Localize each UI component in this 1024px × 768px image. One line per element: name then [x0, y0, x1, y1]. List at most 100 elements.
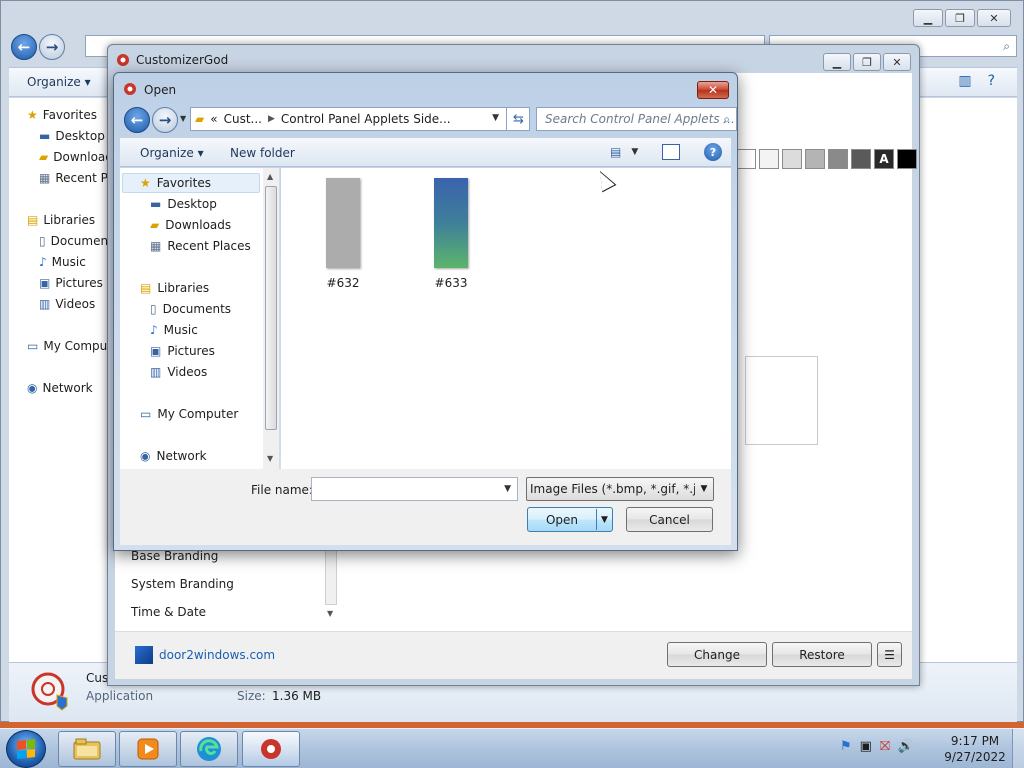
search-icon: ⌕ [723, 112, 730, 126]
category-scrollbar[interactable] [325, 543, 337, 605]
forward-arrow-icon[interactable]: → [152, 107, 178, 133]
explorer-nav-pane: ★Favorites ▬Desktop ▰Downloads ▦Recent P… [9, 98, 129, 662]
file-name: #633 [434, 276, 468, 290]
recent-icon: ▦ [39, 171, 51, 185]
taskbar-edge[interactable] [180, 731, 238, 767]
show-desktop-button[interactable] [1012, 729, 1024, 768]
taskbar: ⚑ ▣ ⛝ 🔊 9:17 PM 9/27/2022 [0, 728, 1024, 768]
nav-libraries[interactable]: ▤ Libraries [27, 213, 117, 227]
media-player-icon [137, 738, 159, 760]
nav-music[interactable]: ♪ Music [150, 323, 198, 337]
cancel-button[interactable]: Cancel [626, 507, 713, 532]
file-type-dropdown-icon[interactable]: ▼ [695, 478, 713, 500]
new-folder-button[interactable]: New folder [230, 146, 295, 160]
nav-documents[interactable]: ▯ Documents [150, 302, 231, 316]
dialog-search-input[interactable]: Search Control Panel Applets ... ⌕ [536, 107, 737, 131]
minimize-button[interactable]: ▁ [823, 53, 851, 71]
color-swatch[interactable] [897, 149, 917, 169]
category-item[interactable]: Time & Date [131, 605, 206, 619]
color-swatch[interactable] [805, 149, 825, 169]
taskbar-explorer[interactable] [58, 731, 116, 767]
volume-icon[interactable]: 🔊 [898, 739, 914, 754]
preview-pane-icon[interactable]: ▥ [958, 73, 971, 89]
minimize-button[interactable]: ▁ [913, 9, 943, 27]
breadcrumb-item[interactable]: Control Panel Applets Side... [281, 112, 451, 126]
back-arrow-icon[interactable]: ← [124, 107, 150, 133]
file-name-dropdown-icon[interactable]: ▼ [504, 484, 511, 494]
clock[interactable]: 9:17 PM 9/27/2022 [940, 733, 1010, 765]
address-overflow[interactable]: « [210, 112, 217, 126]
menu-button[interactable]: ☰ [877, 642, 902, 667]
dialog-title: Open [144, 83, 177, 97]
nav-my-computer[interactable]: ▭ My Computer [140, 407, 238, 421]
nav-my-computer[interactable]: ▭ My Computer [27, 339, 117, 353]
color-swatch[interactable] [759, 149, 779, 169]
dialog-bottom-bar: File name: ▼ Image Files (*.bmp, *.gif, … [120, 469, 731, 545]
close-button[interactable]: ✕ [977, 9, 1011, 27]
refresh-icon[interactable]: ⇆ [506, 107, 530, 131]
open-dialog: Open ✕ ← → ▼ ▰ « Cust... ▶ Control Panel… [113, 72, 738, 551]
open-button[interactable]: Open ▼ [527, 507, 613, 532]
scroll-up-arrow-icon[interactable]: ▲ [267, 172, 273, 181]
file-item[interactable]: #633 [411, 178, 491, 290]
scrollbar-thumb[interactable] [265, 186, 277, 430]
taskbar-customizergod[interactable] [242, 731, 300, 767]
address-dropdown-icon[interactable]: ▼ [492, 113, 499, 123]
scroll-down-arrow-icon[interactable]: ▼ [267, 454, 273, 463]
dialog-address-bar[interactable]: ▰ « Cust... ▶ Control Panel Applets Side… [190, 107, 530, 131]
back-arrow-icon[interactable]: ← [11, 34, 37, 60]
edge-icon [197, 737, 221, 761]
action-center-flag-icon[interactable]: ⚑ [840, 739, 852, 754]
dialog-close-button[interactable]: ✕ [697, 81, 729, 99]
color-swatch[interactable] [782, 149, 802, 169]
network-tray-icon[interactable]: ▣ [860, 739, 872, 754]
file-item[interactable]: #632 [303, 178, 383, 290]
library-icon: ▤ [140, 281, 152, 295]
open-split-arrow-icon[interactable]: ▼ [596, 509, 612, 530]
forward-arrow-icon[interactable]: → [39, 34, 65, 60]
recent-locations-dropdown-icon[interactable]: ▼ [180, 114, 186, 123]
taskbar-media-player[interactable] [119, 731, 177, 767]
nav-downloads[interactable]: ▰ Downloads [150, 218, 231, 232]
preview-pane-icon[interactable] [662, 144, 680, 160]
breadcrumb-item[interactable]: Cust... [224, 112, 262, 126]
color-swatch[interactable] [736, 149, 756, 169]
nav-videos[interactable]: ▥ Videos [150, 365, 207, 379]
breadcrumb-separator-icon[interactable]: ▶ [268, 114, 275, 124]
nav-pane-scrollbar[interactable]: ▲ ▼ [263, 168, 279, 469]
nav-recent-places[interactable]: ▦Recent Places [150, 239, 251, 253]
nav-desktop[interactable]: ▬ Desktop [150, 197, 217, 211]
nav-pictures[interactable]: ▣ Pictures [150, 344, 215, 358]
file-name-input[interactable]: ▼ [311, 477, 518, 501]
update-warning-icon[interactable]: ⛝ [880, 739, 890, 754]
resource-preview [745, 356, 818, 445]
nav-libraries[interactable]: ▤ Libraries [140, 281, 209, 295]
change-view-menu[interactable]: ▤ ▼ [610, 145, 638, 159]
maximize-button[interactable]: ❐ [853, 53, 881, 71]
category-item[interactable]: Base Branding [131, 549, 218, 563]
nav-favorites[interactable]: ★ Favorites [27, 108, 117, 122]
help-icon[interactable]: ? [988, 73, 995, 89]
change-button[interactable]: Change [667, 642, 767, 667]
nav-favorites[interactable]: ★ Favorites [140, 176, 211, 190]
nav-network[interactable]: ◉ Network [27, 381, 117, 395]
color-swatch[interactable] [851, 149, 871, 169]
color-swatch-text[interactable]: A [874, 149, 894, 169]
scroll-down-arrow-icon[interactable]: ▼ [327, 609, 333, 618]
organize-menu[interactable]: Organize ▾ [140, 146, 204, 160]
file-name-label: File name: [251, 483, 313, 497]
music-icon: ♪ [39, 255, 47, 269]
color-swatch[interactable] [828, 149, 848, 169]
star-icon: ★ [140, 176, 151, 190]
restore-button[interactable]: Restore [772, 642, 872, 667]
category-item[interactable]: System Branding [131, 577, 234, 591]
file-type-select[interactable]: Image Files (*.bmp, *.gif, *.jpg, ▼ [526, 477, 714, 501]
nav-network[interactable]: ◉ Network [140, 449, 207, 463]
maximize-button[interactable]: ❐ [945, 9, 975, 27]
door2windows-link[interactable]: door2windows.com [135, 646, 275, 664]
help-icon[interactable]: ? [704, 143, 722, 161]
organize-menu[interactable]: Organize ▾ [27, 75, 91, 89]
close-button[interactable]: ✕ [883, 53, 911, 71]
start-button[interactable] [6, 730, 46, 768]
clock-date: 9/27/2022 [944, 750, 1006, 764]
